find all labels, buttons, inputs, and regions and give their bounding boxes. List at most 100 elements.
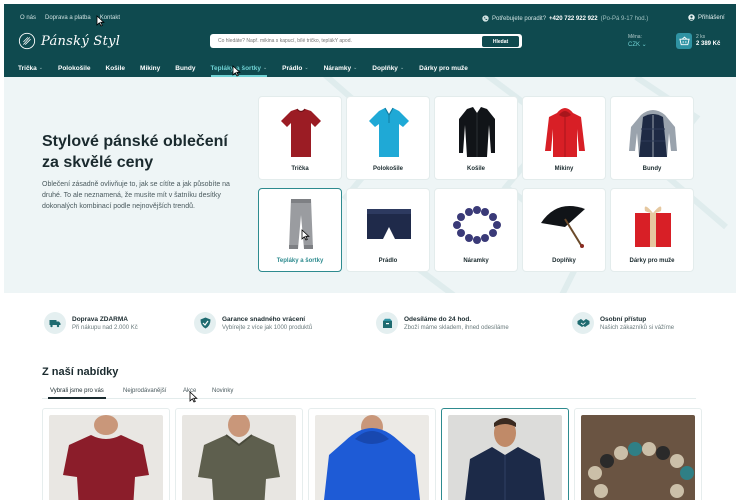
cart-total: 2 389 Kč (696, 41, 721, 47)
benefit-subtitle: Při nákupu nad 2.000 Kč (72, 324, 138, 331)
nav-item[interactable]: Náramky ⌄ (324, 59, 358, 77)
product-image-navy-shirt (448, 415, 562, 500)
category-tile-tricka[interactable]: Trička (258, 96, 342, 180)
nav-item-label: Trička (18, 64, 37, 72)
category-tile-kosile[interactable]: Košile (434, 96, 518, 180)
category-tile-doplnky[interactable]: Doplňky (522, 188, 606, 272)
cart-summary: 2 ks 2 389 Kč (696, 34, 720, 48)
currency-label: Měna: (628, 34, 642, 40)
category-label: Náramky (463, 258, 489, 264)
tab-selected-for-you[interactable]: Vybrali jsme pro vás (48, 388, 106, 399)
mouse-cursor-icon (189, 390, 198, 403)
category-tile-bundy[interactable]: Bundy (610, 96, 694, 180)
benefit-title: Odesíláme do 24 hod. (404, 315, 472, 323)
nav-item-label: Prádlo (282, 64, 303, 72)
logo-text: Pánský Styl (41, 33, 121, 49)
contact-info: Potřebujete poradit? +420 722 922 922 (P… (482, 15, 648, 22)
category-label: Dárky pro muže (629, 258, 675, 264)
top-link-shipping[interactable]: Doprava a platba (45, 15, 91, 21)
search-input[interactable] (218, 36, 478, 46)
site-header: O nás Doprava a platba Kontakt Potřebuje… (4, 4, 736, 77)
cart-icon-box (676, 33, 692, 49)
benefit-item: Odesíláme do 24 hod. Zboží máme skladem,… (376, 312, 509, 334)
shirt-icon (459, 107, 495, 157)
category-tile-pradlo[interactable]: Prádlo (346, 188, 430, 272)
category-tile-teplaky[interactable]: Tepláky a šortky (258, 188, 342, 272)
login-label: Přihlášení (698, 14, 725, 21)
product-card[interactable] (441, 408, 569, 500)
mouse-cursor-icon (301, 229, 310, 241)
nav-item-label: Mikiny (140, 64, 161, 72)
product-card[interactable] (308, 408, 436, 500)
nav-item[interactable]: Prádlo ⌄ (282, 59, 308, 77)
benefit-title: Garance snadného vrácení (222, 315, 306, 323)
product-card[interactable] (42, 408, 170, 500)
shield-check-icon (194, 312, 216, 334)
user-icon (688, 14, 695, 21)
category-tile-naramky[interactable]: Náramky (434, 188, 518, 272)
tshirt-icon (281, 108, 321, 157)
hero-title: Stylové pánské oblečení za skvělé ceny (42, 133, 228, 171)
nav-item[interactable]: Košile (106, 59, 126, 77)
category-tile-polokosile[interactable]: Polokošile (346, 96, 430, 180)
chevron-down-icon: ⌄ (353, 65, 358, 71)
polo-shirt-icon (369, 107, 409, 157)
mouse-cursor-icon (232, 64, 241, 77)
offers-section-title: Z naší nabídky (42, 366, 119, 378)
search-bar: Hledat (210, 34, 522, 48)
product-image-blue-hoodie (315, 415, 429, 500)
hero-section: Stylové pánské oblečení za skvělé ceny O… (4, 77, 736, 293)
nav-item[interactable]: Trička ⌄ (18, 59, 43, 77)
box-icon (376, 312, 398, 334)
product-card[interactable] (175, 408, 303, 500)
chevron-down-icon: ⌄ (399, 65, 405, 71)
product-image-olive-polo (182, 415, 296, 500)
benefit-item: Garance snadného vrácení Vybírejte z víc… (194, 312, 312, 334)
nav-item-label: Bundy (175, 64, 196, 72)
nav-item[interactable]: Doplňky ⌄ (372, 59, 404, 77)
nav-item[interactable]: Polokošile (58, 59, 91, 77)
login-link[interactable]: Přihlášení (688, 14, 725, 21)
category-label: Trička (291, 166, 309, 172)
benefit-title: Doprava ZDARMA (72, 315, 128, 323)
umbrella-icon (541, 206, 585, 248)
product-image-stone-bracelet (581, 415, 695, 500)
nav-item-label: Dárky pro muže (419, 64, 468, 72)
cart-button[interactable]: 2 ks 2 389 Kč (676, 33, 720, 49)
sweatpants-icon (289, 199, 313, 249)
nav-item[interactable]: Mikiny (140, 59, 160, 77)
benefit-subtitle: Vybírejte z více jak 1000 produktů (222, 324, 313, 331)
mouse-cursor-icon (96, 14, 105, 27)
category-label: Mikiny (554, 166, 574, 172)
hero-description: Oblečení zásadně ovlivňuje to, jak se cí… (42, 181, 230, 210)
chevron-down-icon: ⌄ (304, 65, 309, 71)
category-tile-mikiny[interactable]: Mikiny (522, 96, 606, 180)
benefits-bar: Doprava ZDARMA Při nákupu nad 2.000 Kč G… (44, 312, 704, 342)
category-grid: Trička Polokošile Košile Mikiny Bundy Te… (258, 96, 694, 272)
top-link-about[interactable]: O nás (20, 15, 36, 21)
benefit-subtitle: Našich zákazníků si vážíme (600, 324, 675, 331)
nav-item[interactable]: Dárky pro muže (419, 59, 468, 77)
truck-icon (44, 312, 66, 334)
phone-icon (482, 15, 489, 22)
product-image-maroon-tshirt (49, 415, 163, 500)
nav-item-label: Košile (105, 64, 126, 72)
category-tile-darky[interactable]: Dárky pro muže (610, 188, 694, 272)
benefit-subtitle: Zboží máme skladem, ihned odesíláme (404, 324, 509, 331)
tab-bestsellers[interactable]: Nejprodávanější (123, 388, 166, 399)
nav-item[interactable]: Bundy (175, 59, 195, 77)
site-logo[interactable]: Pánský Styl (18, 32, 120, 50)
product-card[interactable] (574, 408, 702, 500)
category-label: Doplňky (552, 258, 576, 264)
product-carousel (42, 408, 702, 500)
tab-new[interactable]: Novinky (212, 388, 233, 399)
currency-selector[interactable]: Měna: CZK ⌄ (628, 34, 647, 48)
nav-item-label: Polokošile (58, 64, 91, 72)
chevron-down-icon: ⌄ (641, 42, 647, 48)
contact-phone[interactable]: +420 722 922 922 (549, 16, 598, 22)
search-button[interactable]: Hledat (482, 36, 519, 47)
chevron-down-icon: ⌄ (262, 65, 268, 71)
boxers-icon (367, 209, 411, 239)
bracelet-icon (453, 206, 501, 244)
category-label: Polokošile (372, 166, 403, 172)
